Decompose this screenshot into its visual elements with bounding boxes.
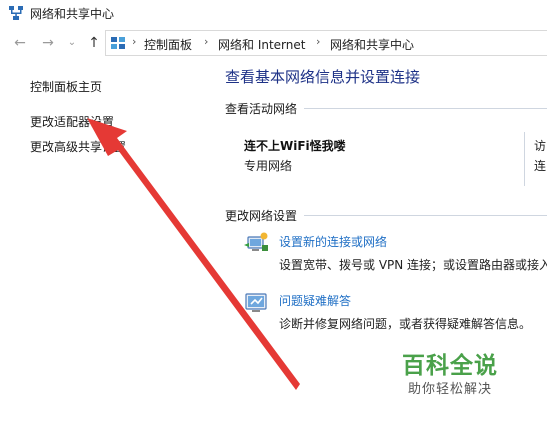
section-divider: [304, 108, 547, 109]
connections-label: 连: [534, 159, 547, 173]
access-type-label: 访: [534, 139, 547, 153]
section-divider: [304, 215, 547, 216]
troubleshoot-problems-link[interactable]: 问题疑难解答: [279, 292, 351, 309]
sidebar-item-change-advanced-sharing[interactable]: 更改高级共享设置: [30, 138, 126, 155]
breadcrumb-separator[interactable]: ›: [132, 35, 136, 48]
new-connection-icon: [244, 232, 268, 251]
setup-new-connection-description: 设置宽带、拨号或 VPN 连接；或设置路由器或接入: [279, 258, 547, 272]
network-type: 专用网络: [244, 159, 293, 173]
breadcrumb-network-sharing-center[interactable]: 网络和共享中心: [330, 36, 414, 53]
setup-new-connection-link[interactable]: 设置新的连接或网络: [279, 233, 387, 250]
breadcrumb-separator[interactable]: ›: [316, 35, 320, 48]
arrow-left-icon[interactable]: ←: [10, 33, 30, 53]
active-networks-title: 查看活动网络: [225, 102, 298, 116]
chevron-down-icon[interactable]: ⌄: [62, 33, 82, 53]
troubleshoot-icon: [245, 293, 267, 312]
change-network-settings-title: 更改网络设置: [225, 209, 298, 223]
sidebar-item-control-panel-home[interactable]: 控制面板主页: [30, 78, 102, 95]
arrow-right-icon[interactable]: →: [38, 33, 58, 53]
watermark-logo-text: 百科全说: [402, 353, 498, 379]
watermark-slogan: 助你轻松解决: [408, 382, 493, 397]
breadcrumb-separator[interactable]: ›: [204, 35, 208, 48]
column-divider: [524, 132, 525, 186]
network-name: 连不上WiFi怪我喽: [244, 139, 346, 153]
breadcrumb-control-panel[interactable]: 控制面板: [144, 36, 192, 53]
troubleshoot-problems-description: 诊断并修复网络问题，或者获得疑难解答信息。: [279, 317, 532, 331]
navigation-bar: ← → ⌄ ↑ › 控制面板 › 网络和 Internet › 网络和共享中心: [0, 28, 547, 58]
page-title: 查看基本网络信息并设置连接: [225, 68, 421, 86]
control-panel-icon: [111, 37, 125, 49]
sidebar-item-change-adapter-settings[interactable]: 更改适配器设置: [30, 113, 114, 130]
address-bar[interactable]: › 控制面板 › 网络和 Internet › 网络和共享中心: [105, 30, 547, 56]
network-center-icon: [9, 6, 23, 20]
title-bar: 网络和共享中心: [0, 0, 547, 26]
breadcrumb-network-internet[interactable]: 网络和 Internet: [218, 36, 305, 53]
arrow-up-icon[interactable]: ↑: [84, 33, 104, 53]
window-title: 网络和共享中心: [30, 7, 115, 21]
